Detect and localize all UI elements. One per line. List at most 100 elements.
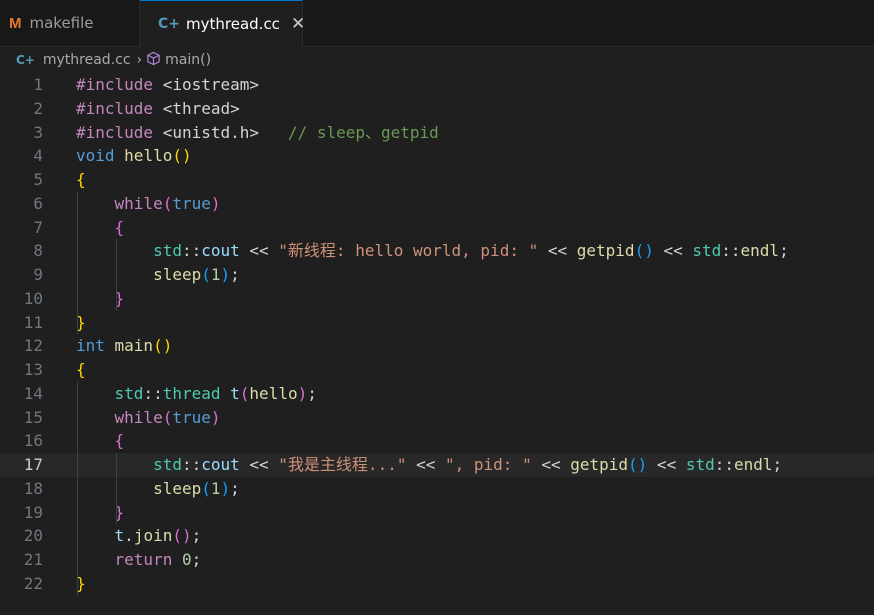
code-line[interactable]: 21 return 0; <box>0 548 874 572</box>
code-token: endl <box>734 455 773 474</box>
code-text: } <box>76 501 125 525</box>
code-token: ) <box>210 407 221 427</box>
code-text: sleep(1); <box>76 263 240 287</box>
cpp-file-icon: C+ <box>158 16 181 32</box>
breadcrumb: C+ mythread.cc › main() <box>0 47 874 73</box>
code-token: { <box>114 431 125 451</box>
indent-guide <box>77 191 78 335</box>
line-number: 20 <box>23 526 43 546</box>
line-number: 17 <box>23 455 43 474</box>
code-token: sleep <box>153 478 202 498</box>
code-token: cout <box>201 241 240 261</box>
code-line[interactable]: 15 while(true) <box>0 406 874 430</box>
code-token: hello <box>124 146 173 166</box>
code-line[interactable]: 22} <box>0 572 874 596</box>
line-number: 6 <box>33 193 43 213</box>
code-text: { <box>76 358 86 382</box>
code-token: << <box>538 241 577 261</box>
code-token: :: <box>721 241 741 261</box>
code-line[interactable]: 20 t.join(); <box>0 524 874 548</box>
code-token: ; <box>191 526 202 546</box>
tab-mythread-cc[interactable]: C+ mythread.cc ✕ <box>140 0 305 47</box>
code-token: << <box>406 455 445 474</box>
code-token: hello <box>249 383 298 403</box>
makefile-m-icon: M <box>9 14 22 32</box>
code-token: :: <box>181 241 202 261</box>
code-line[interactable]: 1 #include <iostream> <box>0 73 874 97</box>
line-number: 14 <box>23 383 43 403</box>
code-token: << <box>647 455 686 474</box>
code-token: 1 <box>210 265 221 284</box>
tab-label: mythread.cc <box>186 15 280 33</box>
code-text: { <box>76 429 125 453</box>
code-line[interactable]: 16 { <box>0 429 874 453</box>
code-text: { <box>76 168 86 192</box>
indent-guide <box>115 239 117 311</box>
code-token: "我是主线程..." <box>278 455 407 474</box>
tab-label: makefile <box>29 14 94 32</box>
code-token: "新线程: hello world, pid: " <box>278 241 539 261</box>
code-line[interactable]: 8 std::cout << "新线程: hello world, pid: "… <box>0 239 874 263</box>
code-token: { <box>76 170 86 189</box>
code-token: t <box>230 383 240 403</box>
code-text: void hello() <box>76 144 192 168</box>
code-line[interactable]: 14 std::thread t(hello); <box>0 382 874 406</box>
line-number: 10 <box>23 288 43 308</box>
code-line[interactable]: 19 } <box>0 501 874 525</box>
line-number: 22 <box>23 573 43 593</box>
code-line[interactable]: 7 { <box>0 216 874 240</box>
breadcrumb-symbol[interactable]: main() <box>165 52 211 68</box>
code-token: t <box>114 526 125 546</box>
code-line[interactable]: 6 while(true) <box>0 192 874 216</box>
cpp-file-icon: C+ <box>16 53 35 67</box>
code-line[interactable]: 12 int main() <box>0 334 874 358</box>
code-token: 1 <box>210 478 221 498</box>
code-token: getpid <box>576 241 635 261</box>
code-token: #include <box>76 98 163 118</box>
code-line[interactable]: 11} <box>0 311 874 335</box>
code-text: return 0; <box>76 548 202 572</box>
code-token: #include <box>76 122 163 142</box>
code-token: sleep <box>153 265 202 284</box>
code-text: t.join(); <box>76 524 202 548</box>
breadcrumb-file[interactable]: mythread.cc <box>43 52 131 68</box>
code-text: { <box>76 216 125 240</box>
code-token: ( <box>201 478 211 498</box>
code-line[interactable]: 3 #include <unistd.h> // sleep、getpid <box>0 121 874 145</box>
line-number: 8 <box>33 241 43 261</box>
code-token: ) <box>297 383 308 403</box>
code-token: <unistd.h> <box>162 122 260 142</box>
code-token: << <box>531 455 571 474</box>
code-token: . <box>124 526 134 546</box>
code-line[interactable]: 9 sleep(1); <box>0 263 874 287</box>
code-token: while <box>114 407 163 427</box>
code-token: { <box>76 360 86 379</box>
code-line[interactable]: 2 #include <thread> <box>0 97 874 121</box>
code-line[interactable]: 17 std::cout << "我是主线程..." << ", pid: " … <box>0 453 874 477</box>
code-line[interactable]: 18 sleep(1); <box>0 477 874 501</box>
code-line[interactable]: 4 void hello() <box>0 144 874 168</box>
code-token: // sleep、getpid <box>287 122 439 142</box>
code-line[interactable]: 10 } <box>0 287 874 311</box>
code-token: ; <box>779 241 789 261</box>
code-token: getpid <box>570 455 629 474</box>
code-line[interactable]: 13 { <box>0 358 874 382</box>
code-token: std <box>114 383 144 403</box>
code-token: thread <box>162 383 221 403</box>
code-token: int <box>76 336 115 356</box>
code-line[interactable]: 5{ <box>0 168 874 192</box>
code-token: ; <box>772 455 783 474</box>
code-text: std::cout << "我是主线程..." << ", pid: " << … <box>76 453 782 477</box>
close-icon[interactable]: ✕ <box>291 14 305 34</box>
code-editor[interactable]: 1 #include <iostream> 2 #include <thread> 3 #… <box>0 73 874 615</box>
line-number: 7 <box>33 217 43 237</box>
code-token: ; <box>307 383 317 403</box>
code-text: #include <iostream> <box>76 73 259 97</box>
line-number: 2 <box>33 98 43 118</box>
tab-makefile[interactable]: M makefile <box>0 0 140 46</box>
code-token: true <box>172 407 211 427</box>
